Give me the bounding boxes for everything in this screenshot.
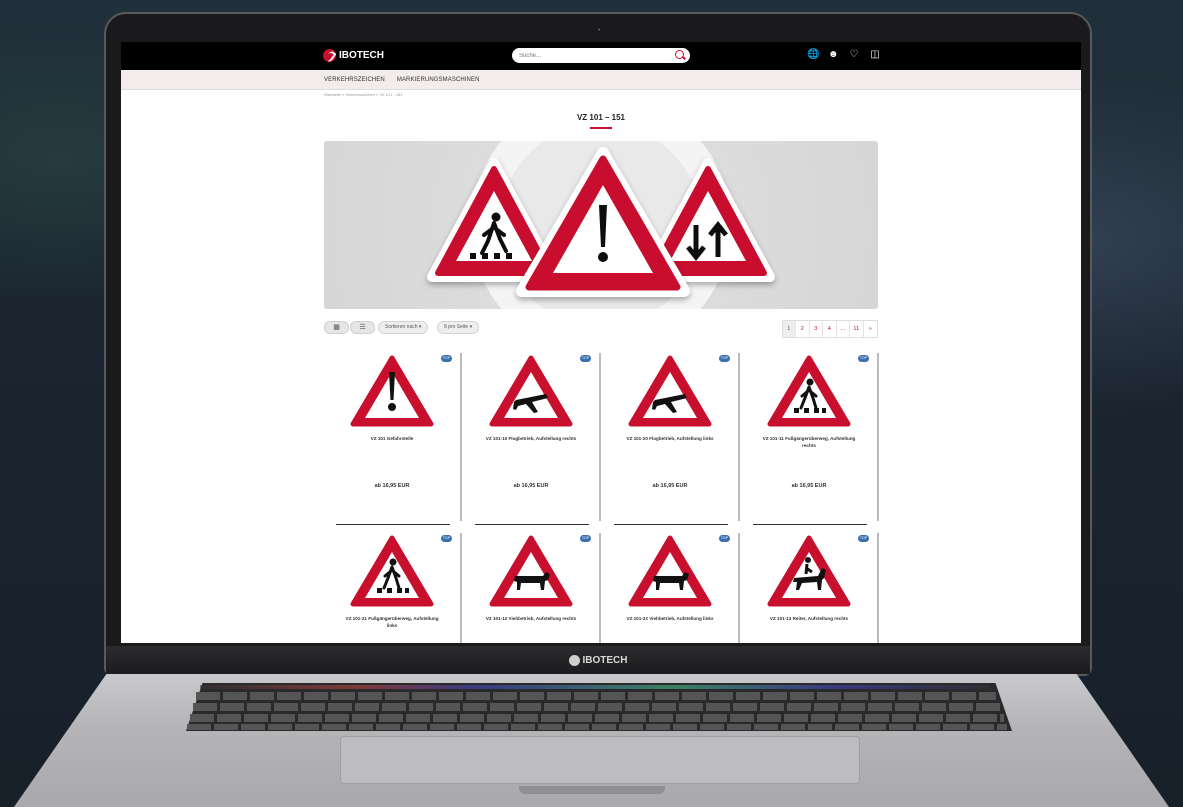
search-icon[interactable]	[675, 50, 684, 59]
product-image[interactable]	[349, 354, 435, 430]
per-page-dropdown[interactable]: 8 pro Seite ▾	[437, 321, 480, 334]
product-card[interactable]: TOP VZ 101-20 Flugbetrieb, Aufstellung li…	[602, 353, 740, 525]
lid-notch	[519, 786, 665, 794]
page-link[interactable]: 1	[782, 321, 796, 337]
nav-item-verkehrszeichen[interactable]: VERKEHRSZEICHEN	[324, 77, 385, 83]
camera-icon: •	[598, 27, 601, 34]
product-name[interactable]: VZ 101-10 Flugbetrieb, Aufstellung recht…	[481, 435, 581, 442]
key-row	[196, 692, 996, 700]
nav-item-markierungsmaschinen[interactable]: MARKIERUNGSMASCHINEN	[397, 77, 480, 83]
main-nav: VERKEHRSZEICHEN MARKIERUNGSMASCHINEN	[121, 70, 1081, 90]
product-badge: TOP	[441, 535, 452, 542]
product-badge: TOP	[580, 535, 591, 542]
chevron-down-icon: ▾	[469, 324, 473, 330]
page-ellipsis: ...	[837, 321, 850, 337]
pagination: 1 2 3 4 ... 11 »	[781, 320, 878, 338]
list-icon: ☰	[359, 324, 366, 331]
header-icons: 🌐 ☻ ♡ ◫	[807, 50, 880, 60]
product-card[interactable]: TOP VZ 101-12 Viehbetrieb, Aufstellung re…	[463, 533, 601, 643]
product-name[interactable]: VZ 101 Gefahrstelle	[342, 435, 442, 442]
trackpad	[340, 736, 860, 784]
product-badge: TOP	[441, 355, 452, 362]
card-divider	[614, 524, 728, 525]
product-name[interactable]: VZ 101-20 Flugbetrieb, Aufstellung links	[620, 435, 720, 442]
page-link[interactable]: 3	[810, 321, 823, 337]
site-logo[interactable]: IBOTECH	[323, 49, 384, 62]
browser-viewport: IBOTECH 🌐 ☻ ♡ ◫ VERKEHRSZEICHEN MARKIERU…	[121, 42, 1081, 643]
product-badge: TOP	[858, 535, 869, 542]
product-name[interactable]: VZ 101-22 Viehbetrieb, Aufstellung links	[620, 615, 720, 622]
brand-name: IBOTECH	[339, 50, 384, 61]
product-image[interactable]	[627, 534, 713, 610]
key-row	[187, 724, 1007, 730]
card-divider	[336, 524, 450, 525]
product-image[interactable]	[766, 534, 852, 610]
next-page-button[interactable]: »	[864, 321, 878, 337]
product-image[interactable]	[349, 534, 435, 610]
product-card[interactable]: TOP VZ 101-13 Reiter, Aufstellung rechts	[741, 533, 879, 643]
product-price: ab 16,95 EUR	[652, 483, 688, 489]
per-page-label: 8 pro Seite	[444, 324, 469, 330]
chin-logo: IBOTECH	[568, 654, 628, 666]
product-card[interactable]: TOP VZ 101-11 Fußgängerüberweg, Aufstellu…	[741, 353, 879, 525]
product-card[interactable]: TOP VZ 101-22 Viehbetrieb, Aufstellung li…	[602, 533, 740, 643]
product-name[interactable]: VZ 101-12 Viehbetrieb, Aufstellung recht…	[481, 615, 581, 622]
sort-label: Sortieren nach	[385, 324, 418, 330]
product-price: ab 16,95 EUR	[513, 483, 549, 489]
product-badge: TOP	[719, 355, 730, 362]
top-header: IBOTECH 🌐 ☻ ♡ ◫	[121, 42, 1081, 70]
breadcrumb[interactable]: Startseite » Verkehrszeichen » VZ 101 - …	[324, 92, 403, 97]
card-divider	[475, 524, 589, 525]
chin-brand: IBOTECH	[582, 654, 628, 666]
card-divider	[753, 524, 867, 525]
banner-signs-illustration	[427, 147, 775, 297]
heart-icon[interactable]: ♡	[849, 50, 859, 60]
product-card[interactable]: TOP VZ 101 Gefahrstelle ab 16,95 EUR	[324, 353, 462, 525]
list-view-button[interactable]: ☰	[350, 321, 375, 334]
product-name[interactable]: VZ 101-21 Fußgängerüberweg, Aufstellung …	[342, 615, 442, 629]
category-banner	[324, 141, 878, 309]
product-name[interactable]: VZ 101-13 Reiter, Aufstellung rechts	[759, 615, 859, 622]
grid-icon: ▦	[333, 324, 340, 331]
logo-icon	[323, 49, 336, 62]
product-card[interactable]: TOP VZ 101-21 Fußgängerüberweg, Aufstellu…	[324, 533, 462, 643]
danger-sign	[516, 147, 690, 297]
key-row	[193, 703, 1001, 711]
search-input[interactable]	[519, 52, 669, 59]
sort-dropdown[interactable]: Sortieren nach ▾	[378, 321, 429, 334]
laptop-chin: IBOTECH	[106, 646, 1090, 674]
page-link[interactable]: 2	[796, 321, 810, 337]
shopping-bag-icon[interactable]: ◫	[870, 50, 880, 60]
product-card[interactable]: TOP VZ 101-10 Flugbetrieb, Aufstellung re…	[463, 353, 601, 525]
product-name[interactable]: VZ 101-11 Fußgängerüberweg, Aufstellung …	[759, 435, 859, 449]
page-link[interactable]: 4	[823, 321, 837, 337]
product-image[interactable]	[627, 354, 713, 430]
product-image[interactable]	[488, 354, 574, 430]
chevron-down-icon: ▾	[418, 324, 422, 330]
page-title: VZ 101 – 151	[576, 113, 626, 122]
key-row	[190, 714, 1004, 722]
title-underline	[590, 127, 612, 129]
grid-view-button[interactable]: ▦	[324, 321, 349, 334]
touch-bar	[200, 685, 990, 689]
product-badge: TOP	[719, 535, 730, 542]
listing-toolbar: ▦ ☰ Sortieren nach ▾ 8 pro Seite ▾ 1 2 3…	[324, 320, 878, 338]
product-badge: TOP	[580, 355, 591, 362]
product-image[interactable]	[766, 354, 852, 430]
product-price: ab 16,95 EUR	[791, 483, 827, 489]
globe-icon[interactable]: 🌐	[807, 50, 819, 60]
page-link[interactable]: 11	[850, 321, 864, 337]
search-bar[interactable]	[512, 48, 690, 63]
logo-icon	[568, 654, 580, 666]
product-badge: TOP	[858, 355, 869, 362]
product-price: ab 16,95 EUR	[374, 483, 410, 489]
user-icon[interactable]: ☻	[828, 50, 839, 60]
product-image[interactable]	[488, 534, 574, 610]
